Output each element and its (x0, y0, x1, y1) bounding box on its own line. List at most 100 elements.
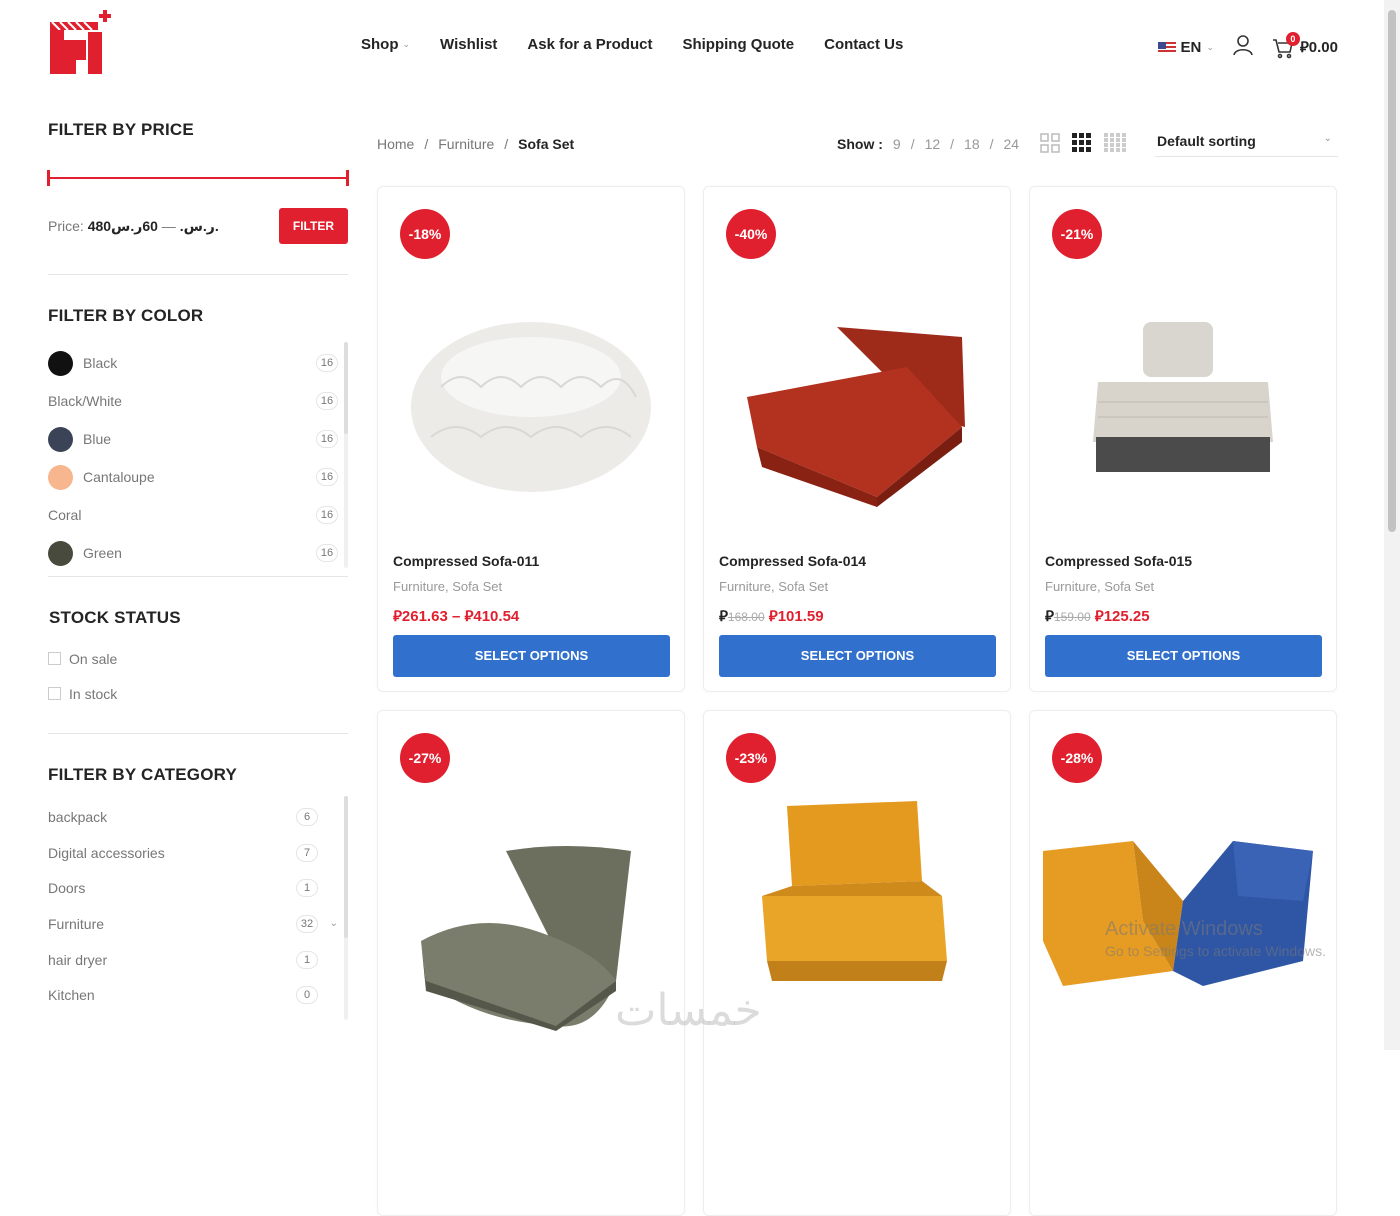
chevron-down-icon[interactable]: ⌄ (330, 918, 338, 929)
category-item[interactable]: Doors 1 (48, 870, 348, 906)
discount-badge: -18% (400, 209, 450, 259)
stock-in-stock-checkbox[interactable]: In stock (48, 676, 348, 711)
scroll-thumb[interactable] (1388, 10, 1396, 532)
product-title[interactable]: Compressed Sofa-014 (719, 553, 866, 569)
color-item-black[interactable]: Black 16 (48, 344, 348, 382)
category-item[interactable]: Digital accessories 7 (48, 835, 348, 871)
grid-view-switcher (1040, 133, 1126, 153)
sorting-select[interactable]: Default sorting ⌄ (1155, 133, 1338, 157)
per-page-option[interactable]: 18 (964, 136, 980, 152)
category-label: Kitchen (48, 987, 95, 1004)
header-actions: EN ⌄ 0 ⃁0.00 (1157, 31, 1338, 61)
color-label: Coral (48, 507, 82, 523)
old-price: 168.00 (727, 610, 765, 624)
language-switcher[interactable]: EN ⌄ (1157, 39, 1214, 56)
sale-price: ⃁125.25 (1094, 608, 1150, 625)
filter-button[interactable]: FILTER (278, 208, 348, 244)
grid-2-icon[interactable] (1040, 133, 1060, 153)
chevron-down-icon: ⌄ (402, 39, 411, 49)
divider (48, 274, 348, 275)
color-filter-list: Black 16 Black/White 16 Blue 16 Cantaloupe 1… (48, 342, 348, 574)
chevron-down-icon: ⌄ (1206, 42, 1214, 52)
product-card[interactable]: -18% Compressed Sofa-011 Furniture, Sofa… (377, 186, 685, 692)
count-badge: 16 (316, 506, 338, 524)
color-swatch (48, 540, 73, 566)
category-label: Furniture (48, 915, 105, 932)
product-card[interactable]: -40% Compressed Sofa-014 Furniture, Sofa… (703, 186, 1011, 692)
cart-button[interactable]: 0 ⃁0.00 (1272, 31, 1338, 59)
product-categories[interactable]: Furniture, Sofa Set (393, 579, 502, 594)
stock-status-list: On sale In stock (48, 641, 348, 711)
grid-3-icon[interactable] (1072, 133, 1092, 153)
account-icon[interactable] (1232, 34, 1254, 61)
select-options-button[interactable]: SELECT OPTIONS (719, 635, 996, 677)
grid-4-icon[interactable] (1104, 133, 1126, 153)
language-label: EN (1180, 39, 1202, 56)
category-list-scrollbar[interactable] (344, 796, 348, 1020)
nav-shipping-quote[interactable]: Shipping Quote (682, 36, 794, 53)
price-dash: — (161, 217, 176, 234)
color-item-coral[interactable]: Coral 16 (48, 496, 348, 534)
category-item[interactable]: backpack 6 (48, 799, 348, 835)
old-price: 159.00 (1053, 610, 1091, 624)
per-page-option[interactable]: 12 (925, 136, 941, 152)
count-badge: 16 (316, 392, 338, 410)
color-item-blue[interactable]: Blue 16 (48, 420, 348, 458)
count-badge: 0 (296, 986, 318, 1005)
discount-badge: -28% (1052, 733, 1102, 783)
count-badge: 16 (316, 544, 338, 562)
breadcrumb-furniture[interactable]: Furniture (438, 136, 494, 152)
product-title[interactable]: Compressed Sofa-015 (1045, 553, 1192, 569)
page-scrollbar[interactable] (1384, 0, 1400, 1050)
divider (48, 733, 348, 734)
category-label: Doors (48, 880, 86, 897)
product-card[interactable]: -28% (1029, 710, 1337, 1216)
color-item-black-white[interactable]: Black/White 16 (48, 382, 348, 420)
color-swatch (48, 350, 73, 376)
product-card[interactable]: -21% Compressed Sofa-015 Furniture, Sofa… (1029, 186, 1337, 692)
price-range-slider[interactable] (47, 170, 349, 186)
product-card[interactable]: -23% (703, 710, 1011, 1216)
per-page-option[interactable]: 9 (893, 136, 901, 152)
color-item-cantaloupe[interactable]: Cantaloupe 16 (48, 458, 348, 496)
product-categories[interactable]: Furniture, Sofa Set (1045, 579, 1154, 594)
count-badge: 32 (296, 914, 318, 933)
select-options-button[interactable]: SELECT OPTIONS (1045, 635, 1322, 677)
count-badge: 16 (316, 354, 338, 372)
per-page-option[interactable]: 24 (1004, 136, 1020, 152)
price-max-handle[interactable] (346, 170, 349, 186)
product-categories[interactable]: Furniture, Sofa Set (719, 579, 828, 594)
price-min-handle[interactable] (47, 170, 50, 186)
category-item[interactable]: Kitchen 0 (48, 977, 348, 1013)
product-card[interactable]: -27% (377, 710, 685, 1216)
product-image[interactable] (1030, 247, 1336, 567)
product-image[interactable] (1030, 821, 1336, 1011)
nav-shop[interactable]: Shop ⌄ (361, 36, 410, 53)
select-options-button[interactable]: SELECT OPTIONS (393, 635, 670, 677)
color-label: Black (83, 355, 118, 371)
stock-on-sale-checkbox[interactable]: On sale (48, 641, 348, 676)
count-badge: 1 (296, 879, 318, 898)
product-image[interactable] (378, 247, 684, 567)
category-item[interactable]: hair dryer 1 (48, 942, 348, 978)
nav-wishlist[interactable]: Wishlist (440, 36, 497, 53)
scroll-thumb[interactable] (344, 796, 348, 938)
nav-contact-us[interactable]: Contact Us (824, 36, 903, 53)
site-logo[interactable] (48, 10, 114, 76)
color-item-green[interactable]: Green 16 (48, 534, 348, 572)
product-title[interactable]: Compressed Sofa-011 (393, 553, 539, 569)
nav-ask-for-product[interactable]: Ask for a Product (527, 36, 652, 53)
color-swatch (48, 464, 73, 490)
checkbox-box[interactable] (48, 652, 61, 665)
stock-status-title: STOCK STATUS (49, 608, 181, 627)
sorting-value: Default sorting (1157, 133, 1256, 149)
scroll-thumb[interactable] (344, 342, 348, 434)
breadcrumb-home[interactable]: Home (377, 136, 414, 152)
product-image[interactable] (704, 791, 1010, 1001)
watermark-title: Activate Windows (1105, 918, 1263, 940)
category-item-furniture[interactable]: Furniture 32 ⌄ (48, 906, 348, 942)
product-image[interactable] (704, 247, 1010, 567)
color-list-scrollbar[interactable] (344, 342, 348, 568)
checkbox-label: On sale (69, 650, 118, 667)
checkbox-box[interactable] (48, 687, 61, 700)
